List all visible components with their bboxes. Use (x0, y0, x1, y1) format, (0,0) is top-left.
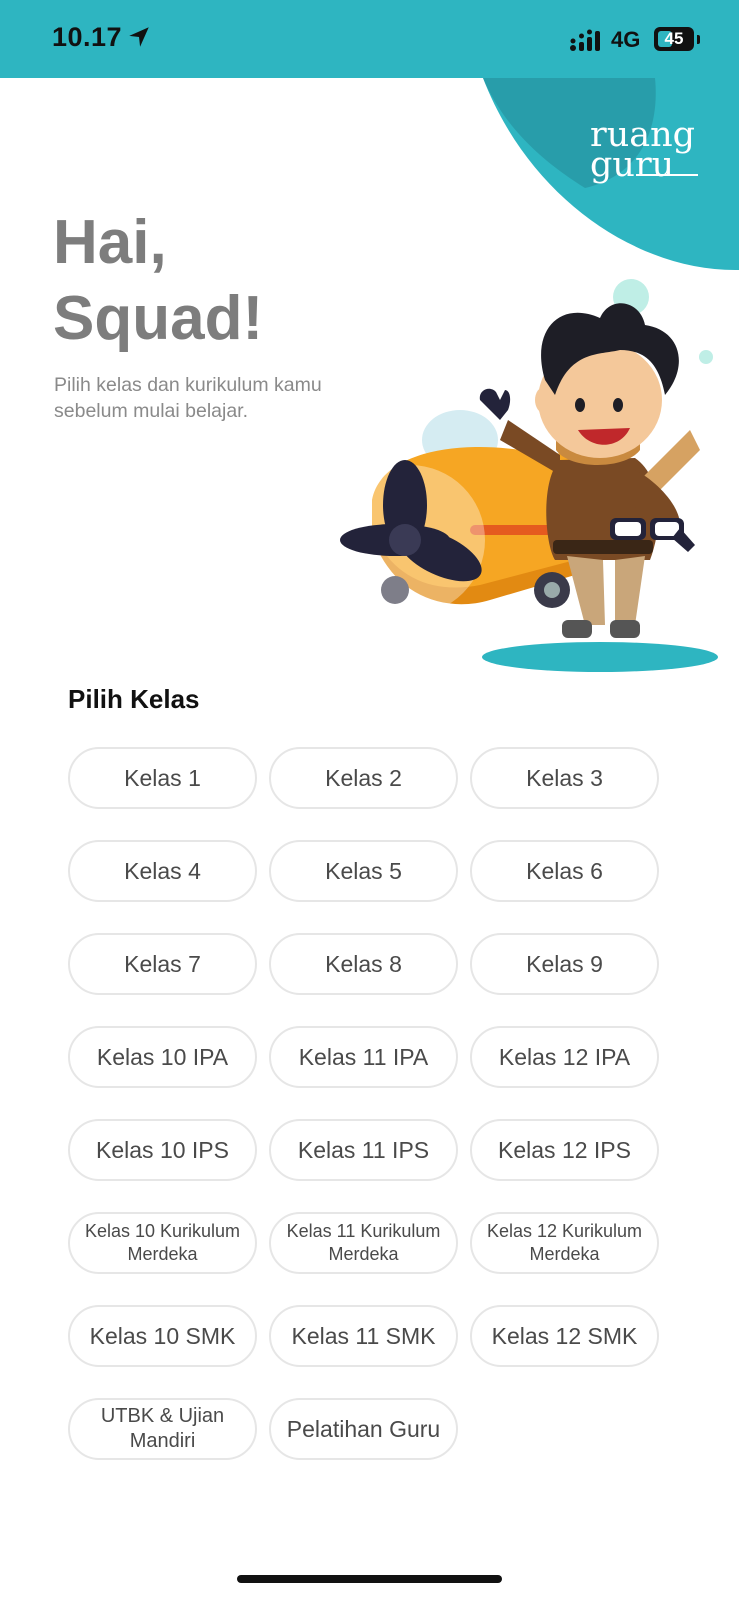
pilot-airplane-illustration (335, 279, 718, 672)
class-option-kelas-12-ipa[interactable]: Kelas 12 IPA (470, 1026, 659, 1088)
class-option-kelas-11-ips[interactable]: Kelas 11 IPS (269, 1119, 458, 1181)
home-indicator[interactable] (237, 1575, 502, 1583)
class-option-pelatihan-guru[interactable]: Pelatihan Guru (269, 1398, 458, 1460)
class-option-kelas-11-smk[interactable]: Kelas 11 SMK (269, 1305, 458, 1367)
class-option-kelas-2[interactable]: Kelas 2 (269, 747, 458, 809)
logo-underline (636, 174, 698, 176)
class-option-kelas-3[interactable]: Kelas 3 (470, 747, 659, 809)
greeting-line2: Squad! (53, 284, 264, 353)
greeting-line1: Hai, (53, 208, 167, 277)
class-option-kelas-9[interactable]: Kelas 9 (470, 933, 659, 995)
class-option-kelas-5[interactable]: Kelas 5 (269, 840, 458, 902)
choose-class-heading: Pilih Kelas (68, 684, 200, 714)
class-option-kelas-12-smk[interactable]: Kelas 12 SMK (470, 1305, 659, 1367)
class-option-kelas-10-ipa[interactable]: Kelas 10 IPA (68, 1026, 257, 1088)
class-option-kelas-12-ips[interactable]: Kelas 12 IPS (470, 1119, 659, 1181)
class-option-kelas-11-ipa[interactable]: Kelas 11 IPA (269, 1026, 458, 1088)
class-option-utbk-and-ujian-mandiri[interactable]: UTBK & Ujian Mandiri (68, 1398, 257, 1460)
class-option-kelas-10-ips[interactable]: Kelas 10 IPS (68, 1119, 257, 1181)
ruangguru-logo: ruang guru (590, 118, 700, 183)
class-option-kelas-10-kurikulum-merdeka[interactable]: Kelas 10 Kurikulum Merdeka (68, 1212, 257, 1274)
class-option-kelas-8[interactable]: Kelas 8 (269, 933, 458, 995)
class-option-kelas-10-smk[interactable]: Kelas 10 SMK (68, 1305, 257, 1367)
class-option-kelas-1[interactable]: Kelas 1 (68, 747, 257, 809)
class-option-kelas-12-kurikulum-merdeka[interactable]: Kelas 12 Kurikulum Merdeka (470, 1212, 659, 1274)
greeting-subtitle: Pilih kelas dan kurikulum kamu sebelum m… (54, 374, 322, 422)
greeting-heading: Hai, Squad! (53, 205, 263, 357)
class-option-kelas-11-kurikulum-merdeka[interactable]: Kelas 11 Kurikulum Merdeka (269, 1212, 458, 1274)
class-option-kelas-6[interactable]: Kelas 6 (470, 840, 659, 902)
class-option-kelas-4[interactable]: Kelas 4 (68, 840, 257, 902)
class-option-kelas-7[interactable]: Kelas 7 (68, 933, 257, 995)
